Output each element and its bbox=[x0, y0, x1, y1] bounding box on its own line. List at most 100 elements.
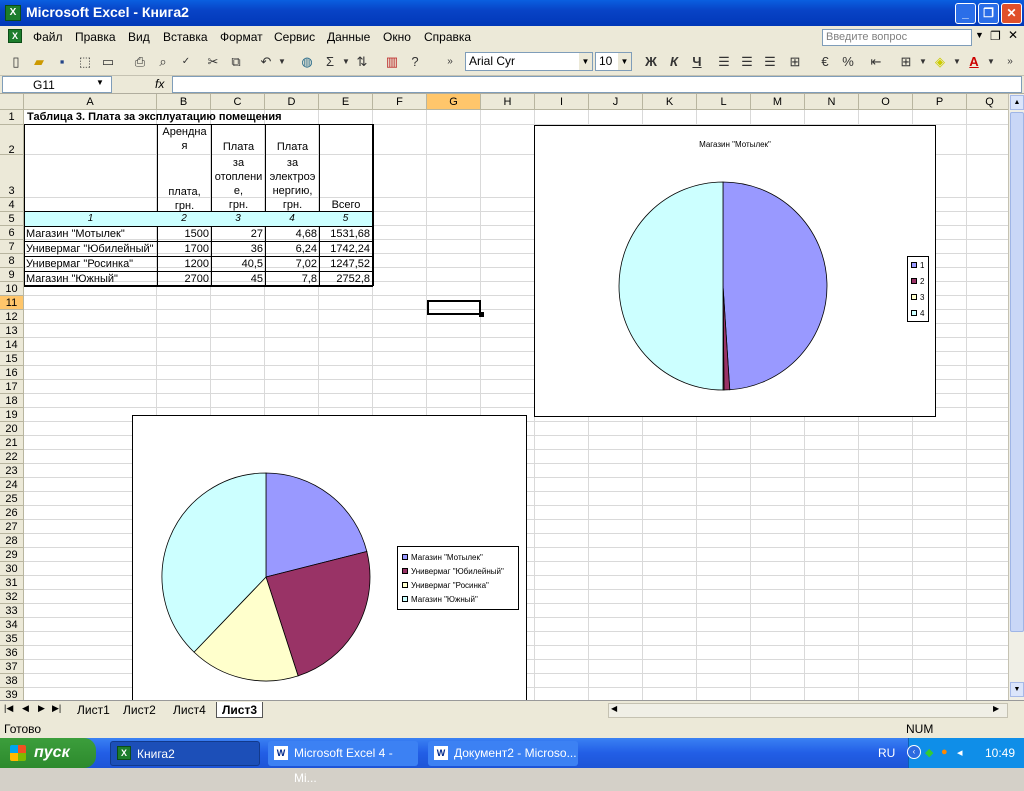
scroll-left-icon[interactable]: ◀ bbox=[611, 704, 617, 713]
row-header-30[interactable]: 30 bbox=[0, 562, 24, 576]
help-icon[interactable]: ? bbox=[405, 52, 425, 72]
hyperlink-icon[interactable]: ◍ bbox=[297, 52, 317, 72]
column-header-L[interactable]: L bbox=[697, 94, 751, 110]
language-indicator[interactable]: RU bbox=[878, 746, 895, 760]
row-header-16[interactable]: 16 bbox=[0, 366, 24, 380]
save-icon[interactable]: ▪ bbox=[52, 52, 72, 72]
copy-icon[interactable]: ⧉ bbox=[226, 52, 246, 72]
last-sheet-icon[interactable]: ▶| bbox=[52, 703, 61, 714]
chevron-down-icon[interactable]: ▼ bbox=[96, 78, 104, 87]
legend-item[interactable]: Магазин "Южный" bbox=[398, 592, 518, 606]
select-all-corner[interactable] bbox=[0, 94, 24, 110]
row-header-23[interactable]: 23 bbox=[0, 464, 24, 478]
open-icon[interactable]: ▰ bbox=[29, 52, 49, 72]
formula-input[interactable] bbox=[172, 76, 1022, 93]
column-header-F[interactable]: F bbox=[373, 94, 427, 110]
pie-chart-motylek[interactable]: Магазин "Мотылек" 1234 bbox=[534, 125, 936, 417]
font-name-select[interactable]: Arial Cyr ▼ bbox=[465, 52, 593, 71]
task-excel4[interactable]: W Microsoft Excel 4 - Mi... bbox=[268, 741, 418, 785]
row-header-15[interactable]: 15 bbox=[0, 352, 24, 366]
chevron-down-icon[interactable]: ▼ bbox=[579, 53, 592, 70]
row-header-11[interactable]: 11 bbox=[0, 296, 24, 310]
chart-wizard-icon[interactable]: ▥ bbox=[382, 52, 402, 72]
volume-icon[interactable]: ◂ bbox=[957, 746, 963, 759]
sheet-tab-1[interactable]: Лист1 bbox=[72, 702, 115, 718]
font-size-select[interactable]: 10 ▼ bbox=[595, 52, 632, 71]
sheet-tab-4[interactable]: Лист4 bbox=[168, 702, 211, 718]
column-header-M[interactable]: M bbox=[751, 94, 805, 110]
row-header-38[interactable]: 38 bbox=[0, 674, 24, 688]
row-header-28[interactable]: 28 bbox=[0, 534, 24, 548]
column-header-B[interactable]: B bbox=[157, 94, 211, 110]
row-header-22[interactable]: 22 bbox=[0, 450, 24, 464]
table-cell-value[interactable]: 6,24 bbox=[265, 242, 319, 256]
security-icon[interactable]: ● bbox=[941, 746, 948, 758]
align-left-icon[interactable]: ☰ bbox=[714, 52, 734, 72]
table-cell-name[interactable]: Магазин "Мотылек" bbox=[26, 227, 157, 241]
pie-slice-4[interactable] bbox=[618, 181, 724, 391]
workbook-icon[interactable]: X bbox=[8, 29, 22, 43]
pie-slice-1[interactable] bbox=[722, 181, 828, 391]
table-cell-value[interactable]: 2752,8 bbox=[319, 272, 372, 286]
row-header-31[interactable]: 31 bbox=[0, 576, 24, 590]
toolbar-options-icon[interactable]: » bbox=[440, 52, 460, 72]
row-header-26[interactable]: 26 bbox=[0, 506, 24, 520]
legend-item[interactable]: 4 bbox=[908, 305, 928, 321]
menu-view[interactable]: Вид bbox=[128, 30, 150, 44]
table-cell-value[interactable]: 7,02 bbox=[265, 257, 319, 271]
row-header-1[interactable]: 1 bbox=[0, 110, 24, 125]
tray-expand-icon[interactable]: ‹ bbox=[907, 745, 921, 759]
undo-dropdown-icon[interactable]: ▼ bbox=[272, 52, 292, 72]
selected-cell[interactable] bbox=[427, 300, 481, 315]
row-header-36[interactable]: 36 bbox=[0, 646, 24, 660]
table-cell-value[interactable]: 27 bbox=[211, 227, 265, 241]
task-kniga2[interactable]: X Книга2 bbox=[110, 741, 260, 766]
row-header-32[interactable]: 32 bbox=[0, 590, 24, 604]
row-header-39[interactable]: 39 bbox=[0, 688, 24, 700]
table-cell-value[interactable]: 1500 bbox=[157, 227, 211, 241]
table-cell-name[interactable]: Магазин "Южный" bbox=[26, 272, 157, 286]
cut-icon[interactable]: ✂ bbox=[203, 52, 223, 72]
row-header-17[interactable]: 17 bbox=[0, 380, 24, 394]
task-document2[interactable]: W Документ2 - Microso... bbox=[428, 741, 578, 766]
row-header-25[interactable]: 25 bbox=[0, 492, 24, 506]
table-cell-value[interactable]: 7,8 bbox=[265, 272, 319, 286]
scroll-thumb[interactable] bbox=[1010, 112, 1024, 632]
row-header-8[interactable]: 8 bbox=[0, 254, 24, 268]
column-header-H[interactable]: H bbox=[481, 94, 535, 110]
prev-sheet-icon[interactable]: ◀ bbox=[22, 703, 29, 714]
toolbar-options-icon[interactable]: » bbox=[1000, 52, 1020, 72]
network-icon[interactable]: ◆ bbox=[925, 746, 933, 759]
column-header-D[interactable]: D bbox=[265, 94, 319, 110]
row-header-18[interactable]: 18 bbox=[0, 394, 24, 408]
start-button[interactable]: пуск bbox=[0, 738, 96, 768]
table-cell-name[interactable]: Универмаг "Юбилейный" bbox=[26, 242, 157, 256]
menu-edit[interactable]: Правка bbox=[75, 30, 116, 44]
worksheet-grid[interactable]: ABCDEFGHIJKLMNOPQ 1 2 3 4 5 6 7 8 9 10 11 12 13 14 15 1… bbox=[0, 94, 1024, 700]
menu-insert[interactable]: Вставка bbox=[163, 30, 208, 44]
preview-icon[interactable]: ⌕ bbox=[153, 52, 173, 72]
spelling-icon[interactable]: ✓ bbox=[176, 52, 196, 72]
percent-button[interactable]: % bbox=[838, 52, 858, 72]
chart-legend[interactable]: 1 2 3 4 bbox=[907, 256, 929, 322]
menu-file[interactable]: Файл bbox=[33, 30, 63, 44]
column-header-C[interactable]: C bbox=[211, 94, 265, 110]
table-cell-value[interactable]: 45 bbox=[211, 272, 265, 286]
column-header-E[interactable]: E bbox=[319, 94, 373, 110]
table-cell-value[interactable]: 1247,52 bbox=[319, 257, 372, 271]
menu-help[interactable]: Справка bbox=[424, 30, 471, 44]
row-header-20[interactable]: 20 bbox=[0, 422, 24, 436]
table-title[interactable]: Таблица 3. Плата за эксплуатацию помещен… bbox=[27, 110, 282, 124]
decrease-indent-icon[interactable]: ⇤ bbox=[866, 52, 886, 72]
row-header-3[interactable]: 3 bbox=[0, 155, 24, 198]
chevron-down-icon[interactable]: ▼ bbox=[618, 53, 631, 70]
restore-button[interactable]: ❐ bbox=[978, 3, 999, 24]
close-button[interactable]: ✕ bbox=[1001, 3, 1022, 24]
font-color-dropdown-icon[interactable]: ▼ bbox=[981, 52, 1001, 72]
column-header-G[interactable]: G bbox=[427, 94, 481, 110]
table-cell-value[interactable]: 1742,24 bbox=[319, 242, 372, 256]
scroll-right-icon[interactable]: ▶ bbox=[993, 704, 999, 713]
legend-item[interactable]: Универмаг "Росинка" bbox=[398, 578, 518, 592]
sort-icon[interactable]: ⇅ bbox=[352, 52, 372, 72]
print-icon[interactable]: ⎙ bbox=[130, 52, 150, 72]
